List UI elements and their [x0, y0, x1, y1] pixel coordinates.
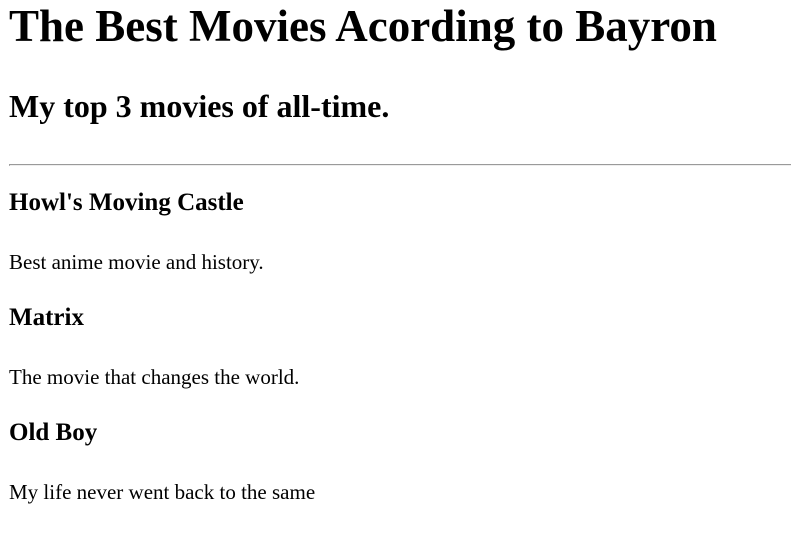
horizontal-divider: [9, 164, 791, 166]
movie-description-3: My life never went back to the same: [9, 480, 316, 504]
page-title: The Best Movies Acording to Bayron: [9, 1, 717, 51]
movie-title-3: Old Boy: [9, 419, 98, 446]
movie-title-2: Matrix: [9, 304, 84, 331]
page-subtitle: My top 3 movies of all-time.: [9, 88, 390, 124]
movie-description-2: The movie that changes the world.: [9, 365, 300, 389]
movie-description-1: Best anime movie and history.: [9, 250, 264, 274]
document-page: The Best Movies Acording to Bayron My to…: [0, 0, 791, 552]
movie-title-1: Howl's Moving Castle: [9, 189, 244, 216]
